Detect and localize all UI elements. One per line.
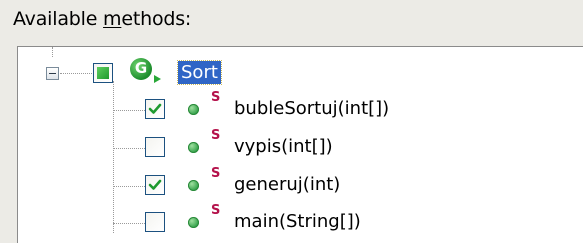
run-icon xyxy=(154,75,161,83)
class-checkbox[interactable] xyxy=(93,63,113,83)
collapse-toggle[interactable] xyxy=(46,67,59,80)
method-label: generuj(int) xyxy=(234,174,341,195)
public-method-icon xyxy=(188,180,199,191)
available-methods-label: Available methods: xyxy=(13,8,192,30)
class-icon: G xyxy=(130,58,152,80)
class-label[interactable]: Sort xyxy=(177,60,222,85)
method-checkbox[interactable] xyxy=(145,212,165,232)
tree-line xyxy=(113,81,114,233)
method-label: bubleSortuj(int[]) xyxy=(234,98,390,119)
static-marker: S xyxy=(211,128,221,143)
tree-line xyxy=(60,73,92,74)
method-checkbox[interactable] xyxy=(145,175,165,195)
tree-line xyxy=(113,186,145,187)
tree-line xyxy=(113,223,145,224)
method-checkbox[interactable] xyxy=(145,137,165,157)
static-marker: S xyxy=(211,166,221,181)
tree-line xyxy=(52,47,53,57)
mnemonic-m: m xyxy=(103,8,122,30)
tree-line xyxy=(113,110,145,111)
static-marker: S xyxy=(211,203,221,218)
method-label: vypis(int[]) xyxy=(234,136,333,157)
public-method-icon xyxy=(188,217,199,228)
static-marker: S xyxy=(211,90,221,105)
method-checkbox[interactable] xyxy=(145,99,165,119)
method-label: main(String[]) xyxy=(234,211,361,232)
tree-line xyxy=(113,148,145,149)
public-method-icon xyxy=(188,104,199,115)
methods-tree[interactable]: G Sort S bubleSortuj(int[]) S vypis(int[… xyxy=(17,46,583,243)
public-method-icon xyxy=(188,142,199,153)
